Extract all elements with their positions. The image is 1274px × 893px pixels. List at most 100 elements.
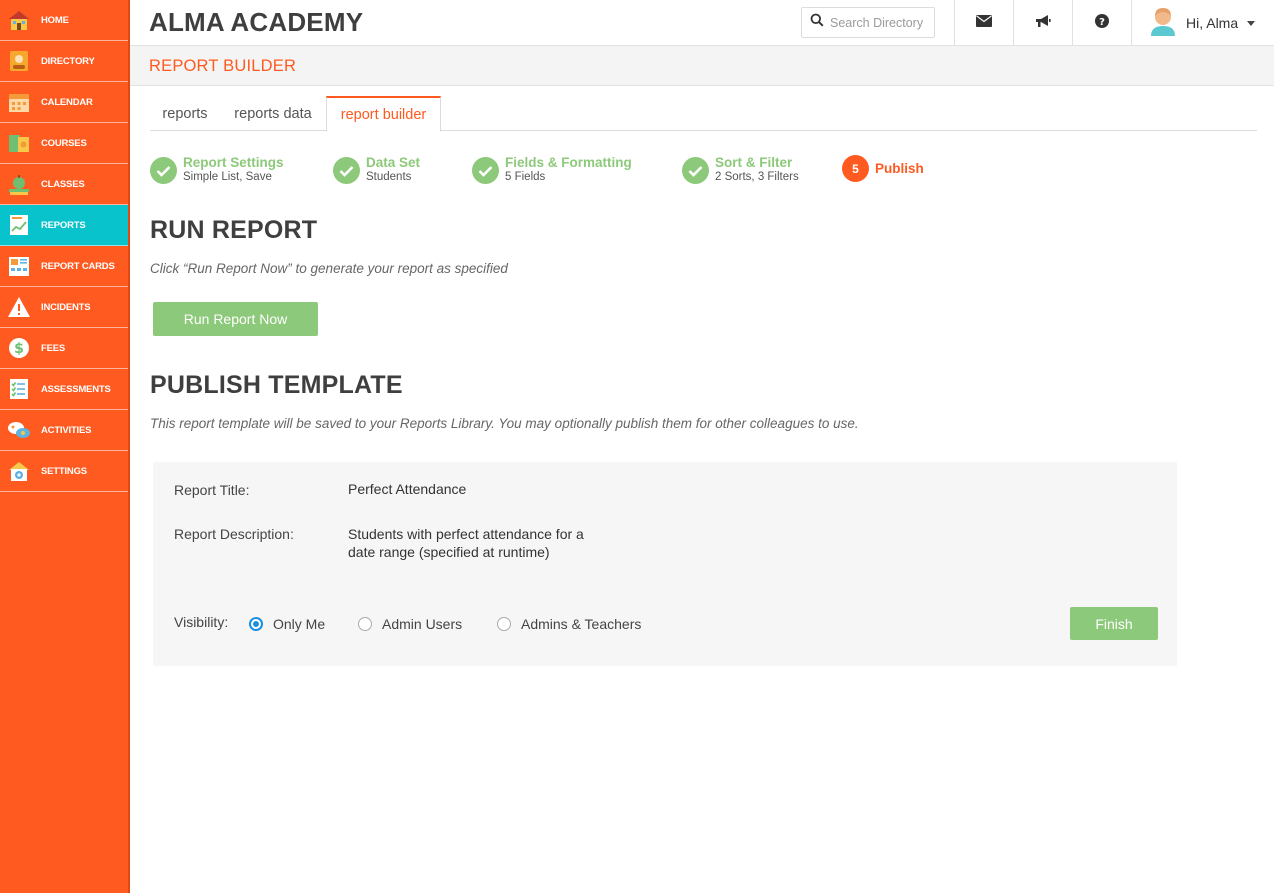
user-menu[interactable]: Hi, Alma — [1131, 0, 1274, 46]
envelope-icon — [976, 14, 992, 32]
sidebar-item-home[interactable]: HOME — [0, 0, 128, 41]
search-input[interactable] — [830, 15, 930, 30]
step-title: Data Set — [366, 155, 421, 170]
step-report-settings[interactable]: Report Settings Simple List, Save — [150, 155, 284, 184]
sidebar-item-fees[interactable]: $ FEES — [0, 328, 128, 369]
check-circle-icon — [472, 157, 499, 184]
contact-card-icon — [7, 49, 31, 73]
report-description-line: date range (specified at runtime) — [348, 544, 550, 560]
run-report-now-button[interactable]: Run Report Now — [153, 302, 318, 336]
sidebar-item-label: HOME — [41, 14, 69, 26]
avatar — [1150, 6, 1176, 41]
publish-template-description: This report template will be saved to yo… — [150, 416, 859, 431]
school-house-icon — [7, 8, 31, 32]
step-data-set[interactable]: Data Set Students — [333, 155, 420, 184]
step-sort-filter[interactable]: Sort & Filter 2 Sorts, 3 Filters — [682, 155, 799, 184]
sidebar-item-label: CLASSES — [41, 178, 85, 190]
sidebar-item-label: SETTINGS — [41, 465, 87, 477]
tab-reports[interactable]: reports — [150, 96, 220, 131]
step-subtitle: 5 Fields — [505, 171, 546, 183]
check-circle-icon — [333, 157, 360, 184]
report-title-value[interactable]: Perfect Attendance — [348, 480, 466, 498]
sidebar-item-incidents[interactable]: INCIDENTS — [0, 287, 128, 328]
sidebar-item-label: DIRECTORY — [41, 55, 95, 67]
check-circle-icon — [682, 157, 709, 184]
radio-unselected-icon — [497, 617, 511, 631]
report-description-line: Students with perfect attendance for a — [348, 526, 584, 542]
sidebar-item-label: FEES — [41, 342, 66, 354]
step-publish[interactable]: 5 Publish — [842, 155, 924, 182]
tab-reports-data[interactable]: reports data — [220, 96, 326, 131]
search-box[interactable] — [801, 7, 935, 38]
radio-unselected-icon — [358, 617, 372, 631]
step-number-badge: 5 — [842, 155, 869, 182]
user-greeting: Hi, Alma — [1186, 15, 1239, 31]
run-report-description: Click “Run Report Now” to generate your … — [150, 261, 508, 276]
publish-template-heading: PUBLISH TEMPLATE — [150, 371, 403, 399]
svg-text:$: $ — [14, 341, 24, 357]
sidebar-item-label: ASSESSMENTS — [41, 383, 111, 395]
calendar-icon — [7, 90, 31, 114]
radio-selected-icon — [249, 617, 263, 631]
help-button[interactable]: ? — [1072, 0, 1131, 46]
messages-button[interactable] — [954, 0, 1013, 46]
courses-book-icon — [7, 131, 31, 155]
step-subtitle: 2 Sorts, 3 Filters — [715, 171, 799, 183]
finish-button[interactable]: Finish — [1070, 607, 1158, 640]
sidebar-item-label: ACTIVITIES — [41, 424, 92, 436]
report-chart-icon — [7, 213, 31, 237]
report-description-label: Report Description: — [174, 526, 294, 542]
tab-bar: reports reports data report builder — [150, 96, 1257, 132]
tab-report-builder[interactable]: report builder — [326, 96, 441, 132]
publish-form-panel: Report Title: Perfect Attendance Report … — [153, 462, 1177, 666]
run-report-heading: RUN REPORT — [150, 216, 318, 244]
radio-label: Admin Users — [382, 616, 463, 632]
visibility-label: Visibility: — [174, 614, 229, 630]
activities-icon — [7, 418, 31, 442]
report-card-icon — [7, 254, 31, 278]
sidebar-item-calendar[interactable]: CALENDAR — [0, 82, 128, 123]
sidebar-item-label: REPORT CARDS — [41, 260, 115, 272]
step-subtitle: Simple List, Save — [183, 171, 272, 183]
report-description-value[interactable]: Students with perfect attendance for a d… — [348, 525, 584, 561]
sidebar-item-classes[interactable]: CLASSES — [0, 164, 128, 205]
announcements-button[interactable] — [1013, 0, 1072, 46]
step-title: Publish — [875, 161, 924, 176]
megaphone-icon — [1035, 14, 1051, 33]
sidebar-item-assessments[interactable]: ASSESSMENTS — [0, 369, 128, 410]
chevron-down-icon — [1247, 20, 1256, 26]
sidebar-item-label: CALENDAR — [41, 96, 93, 108]
radio-label: Admins & Teachers — [521, 616, 642, 632]
sidebar-item-courses[interactable]: COURSES — [0, 123, 128, 164]
checklist-icon — [7, 377, 31, 401]
sidebar-item-settings[interactable]: SETTINGS — [0, 451, 128, 492]
step-title: Sort & Filter — [715, 155, 793, 170]
help-question-icon: ? — [1095, 13, 1109, 33]
check-circle-icon — [150, 157, 177, 184]
search-icon — [810, 13, 824, 32]
page-title-bar: REPORT BUILDER — [130, 46, 1274, 86]
visibility-admin-users-radio[interactable]: Admin Users — [358, 616, 462, 632]
apple-books-icon — [7, 172, 31, 196]
radio-label: Only Me — [273, 616, 326, 632]
sidebar-item-activities[interactable]: ACTIVITIES — [0, 410, 128, 451]
report-title-label: Report Title: — [174, 482, 250, 498]
visibility-only-me-radio[interactable]: Only Me — [249, 616, 325, 632]
dollar-icon: $ — [7, 336, 31, 360]
app-title: ALMA ACADEMY — [149, 7, 364, 37]
svg-text:?: ? — [1099, 17, 1105, 28]
sidebar-item-label: REPORTS — [41, 219, 86, 231]
sidebar-item-label: COURSES — [41, 137, 87, 149]
page-title: REPORT BUILDER — [149, 57, 297, 75]
top-header: ALMA ACADEMY ? Hi, Alma — [130, 0, 1274, 46]
step-title: Report Settings — [183, 155, 284, 170]
warning-icon — [7, 295, 31, 319]
step-title: Fields & Formatting — [505, 155, 632, 170]
visibility-admins-teachers-radio[interactable]: Admins & Teachers — [497, 616, 641, 632]
sidebar-item-report-cards[interactable]: REPORT CARDS — [0, 246, 128, 287]
sidebar-item-reports[interactable]: REPORTS — [0, 205, 128, 246]
sidebar-item-directory[interactable]: DIRECTORY — [0, 41, 128, 82]
step-fields-formatting[interactable]: Fields & Formatting 5 Fields — [472, 155, 632, 184]
step-subtitle: Students — [366, 171, 412, 183]
settings-gear-icon — [7, 459, 31, 483]
